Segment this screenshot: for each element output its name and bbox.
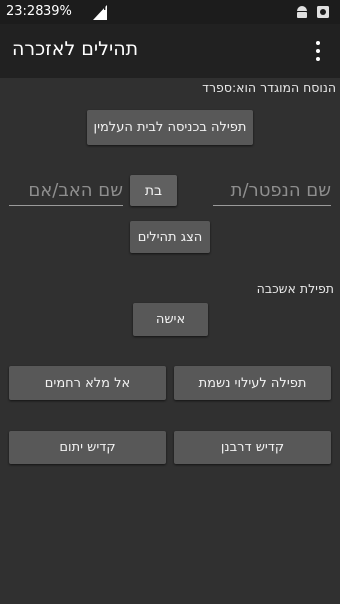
status-time: 23:28 — [6, 4, 44, 19]
neshama-prayer-button[interactable]: תפילה לעילוי נשמת — [174, 366, 331, 400]
gender-toggle-button[interactable]: בת — [130, 175, 177, 206]
more-vert-icon[interactable] — [306, 36, 330, 66]
app-bar: תהילים לאזכרה — [0, 24, 340, 78]
woman-button[interactable]: אישה — [133, 303, 208, 336]
deceased-name-field[interactable]: שם הנפטר/ת — [213, 180, 331, 206]
battery-level: 39% — [43, 4, 72, 19]
kaddish-derabanan-button[interactable]: קדיש דרבנן — [174, 431, 331, 464]
screenshot-icon — [317, 6, 329, 18]
el-male-button[interactable]: אל מלא רחמים — [9, 366, 166, 400]
nusach-label: הנוסח המוגדר הוא:ספרד — [202, 80, 336, 95]
app-title: תהילים לאזכרה — [12, 38, 139, 60]
android-icon — [297, 6, 307, 18]
parent-name-field[interactable]: שם האב/אם — [9, 180, 123, 206]
entry-prayer-button[interactable]: תפילה בכניסה לבית העלמין — [87, 110, 253, 145]
signal-icon — [93, 4, 107, 20]
show-tehilim-button[interactable]: הצג תהילים — [130, 221, 210, 253]
ashkava-label: תפילת אשכבה — [256, 281, 334, 296]
kaddish-yatom-button[interactable]: קדיש יתום — [9, 431, 166, 464]
status-bar: 23:28 39% — [0, 0, 340, 24]
